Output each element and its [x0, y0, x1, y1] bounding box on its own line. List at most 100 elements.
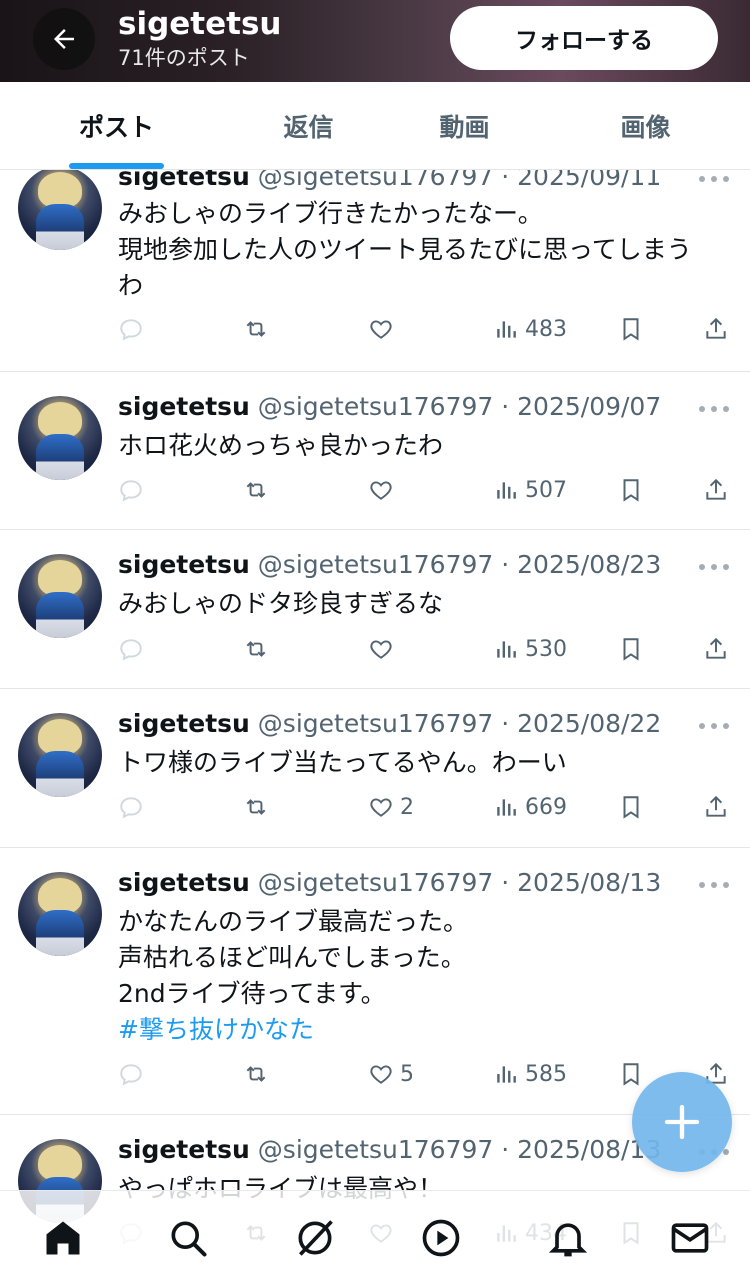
- views-button[interactable]: 585: [493, 1061, 567, 1087]
- video-icon: [422, 1219, 460, 1257]
- reply-icon: [120, 480, 142, 502]
- bookmark-button[interactable]: [618, 316, 644, 342]
- share-button[interactable]: [703, 316, 729, 342]
- repost-button[interactable]: [243, 636, 269, 662]
- post-text-line: 現地参加した人のツイート見るたびに思ってしまう: [118, 235, 692, 264]
- post-actions: 5 585: [0, 1061, 750, 1101]
- hashtag-link[interactable]: #撃ち抜けかなた: [118, 1012, 728, 1048]
- tab-replies[interactable]: 返信: [236, 82, 381, 170]
- reply-button[interactable]: [118, 636, 144, 662]
- reply-button[interactable]: [118, 477, 144, 503]
- nav-notifications[interactable]: [543, 1213, 593, 1263]
- like-icon: [370, 481, 392, 500]
- nav-grok[interactable]: [290, 1213, 340, 1263]
- like-button[interactable]: 5: [368, 1061, 414, 1087]
- post-author-name[interactable]: sigetetsu: [118, 550, 250, 579]
- post-author-name[interactable]: sigetetsu: [118, 868, 250, 897]
- post[interactable]: sigetetsu @sigetetsu176797 · 2025/09/11 …: [0, 170, 750, 372]
- more-icon[interactable]: [698, 562, 730, 572]
- compose-button[interactable]: [632, 1072, 732, 1172]
- post-text-line: かなたんのライブ最高だった。: [118, 907, 469, 936]
- back-button[interactable]: [33, 8, 95, 70]
- more-icon[interactable]: [698, 721, 730, 731]
- share-icon: [706, 637, 726, 659]
- reply-icon: [120, 319, 142, 341]
- repost-button[interactable]: [243, 316, 269, 342]
- post-text-line: みおしゃのライブ行きたかったなー。: [118, 199, 543, 228]
- more-icon[interactable]: [698, 880, 730, 890]
- share-icon: [706, 317, 726, 339]
- post-meta: @sigetetsu176797 · 2025/08/13: [257, 1135, 662, 1164]
- nav-search[interactable]: [163, 1213, 213, 1263]
- post-author-name[interactable]: sigetetsu: [118, 1135, 250, 1164]
- tab-images[interactable]: 画像: [573, 82, 718, 170]
- messages-icon: [671, 1223, 709, 1253]
- avatar[interactable]: [18, 554, 102, 638]
- views-icon: [497, 641, 516, 658]
- more-icon[interactable]: [698, 404, 730, 414]
- bookmark-button[interactable]: [618, 794, 644, 820]
- repost-button[interactable]: [243, 794, 269, 820]
- repost-icon: [246, 641, 266, 657]
- views-button[interactable]: 669: [493, 794, 567, 820]
- views-button[interactable]: 530: [493, 636, 567, 662]
- post-meta: @sigetetsu176797 · 2025/08/23: [257, 550, 662, 579]
- views-button[interactable]: 507: [493, 477, 567, 503]
- view-count: 530: [525, 636, 567, 662]
- views-icon: [497, 482, 516, 499]
- nav-video[interactable]: [416, 1213, 466, 1263]
- avatar[interactable]: [18, 396, 102, 480]
- bookmark-button[interactable]: [618, 636, 644, 662]
- bookmark-button[interactable]: [618, 1061, 644, 1087]
- home-icon: [46, 1221, 80, 1255]
- bookmark-icon: [623, 318, 639, 341]
- post-text: みおしゃのドタ珍良すぎるな: [118, 586, 728, 622]
- like-button[interactable]: [368, 636, 400, 662]
- post-text: みおしゃのライブ行きたかったなー。 現地参加した人のツイート見るたびに思ってしま…: [118, 196, 728, 304]
- profile-header: sigetetsu 71件のポスト フォローする: [0, 0, 750, 82]
- post-actions: 483: [0, 316, 750, 356]
- post-meta: @sigetetsu176797 · 2025/08/13: [257, 868, 662, 897]
- avatar[interactable]: [18, 872, 102, 956]
- post-text-line: トワ様のライブ当たってるやん。わーい: [118, 748, 567, 777]
- reply-button[interactable]: [118, 316, 144, 342]
- like-icon: [370, 320, 392, 339]
- post-actions: 507: [0, 477, 750, 517]
- post-author-name[interactable]: sigetetsu: [118, 170, 250, 191]
- post-text-line: 2ndライブ待ってます。: [118, 979, 386, 1008]
- avatar[interactable]: [18, 713, 102, 797]
- follow-button[interactable]: フォローする: [450, 6, 718, 70]
- nav-messages[interactable]: [665, 1213, 715, 1263]
- like-button[interactable]: [368, 316, 400, 342]
- repost-button[interactable]: [243, 477, 269, 503]
- like-icon: [370, 640, 392, 659]
- share-button[interactable]: [703, 636, 729, 662]
- share-button[interactable]: [703, 477, 729, 503]
- like-count: 5: [400, 1061, 414, 1087]
- like-button[interactable]: 2: [368, 794, 414, 820]
- post-author-name[interactable]: sigetetsu: [118, 709, 250, 738]
- post[interactable]: sigetetsu @sigetetsu176797 · 2025/08/23 …: [0, 530, 750, 689]
- post-text-line: ホロ花火めっちゃ良かったわ: [118, 431, 444, 460]
- views-button[interactable]: 483: [493, 316, 567, 342]
- share-button[interactable]: [703, 794, 729, 820]
- views-icon: [497, 799, 516, 816]
- post[interactable]: sigetetsu @sigetetsu176797 · 2025/09/07 …: [0, 372, 750, 530]
- like-button[interactable]: [368, 477, 400, 503]
- bookmark-icon: [623, 796, 639, 819]
- reply-button[interactable]: [118, 1061, 144, 1087]
- reply-button[interactable]: [118, 794, 144, 820]
- post[interactable]: sigetetsu @sigetetsu176797 · 2025/08/22 …: [0, 689, 750, 848]
- post-author-name[interactable]: sigetetsu: [118, 392, 250, 421]
- repost-button[interactable]: [243, 1061, 269, 1087]
- profile-tabs: ポスト 返信 動画 画像: [0, 82, 750, 170]
- tab-posts[interactable]: ポスト: [44, 82, 189, 170]
- bookmark-button[interactable]: [618, 477, 644, 503]
- tab-videos[interactable]: 動画: [392, 82, 537, 170]
- post[interactable]: sigetetsu @sigetetsu176797 · 2025/08/13 …: [0, 848, 750, 1115]
- bookmark-icon: [623, 1063, 639, 1086]
- arrow-left-icon: [54, 29, 74, 49]
- avatar[interactable]: [18, 170, 102, 250]
- more-icon[interactable]: [698, 174, 730, 184]
- nav-home[interactable]: [38, 1213, 88, 1263]
